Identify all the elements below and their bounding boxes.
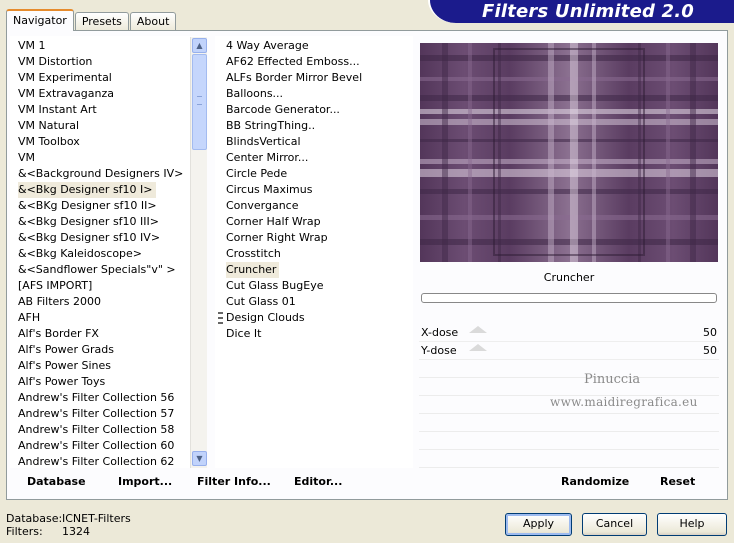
database-button[interactable]: Database — [27, 475, 86, 488]
category-items: VM 1 VM Distortion VM Experimental VM Extra… — [10, 36, 207, 470]
param-value: 50 — [703, 344, 717, 357]
filter-items: 4 Way Average AF62 Effected Emboss... ALFs… — [215, 36, 413, 342]
watermark-text: Pinuccia — [584, 372, 641, 387]
tab-navigator[interactable]: Navigator — [6, 9, 74, 31]
preview-image — [420, 43, 718, 262]
filter-item[interactable]: BB StringThing.. — [226, 118, 413, 134]
y-dose-slider[interactable] — [469, 344, 669, 352]
empty-param-row — [419, 451, 719, 468]
category-item[interactable]: &<Background Designers IV> — [18, 166, 207, 182]
category-item[interactable]: Andrew's Filter Collection 58 — [18, 422, 207, 438]
category-item[interactable]: &<Bkg Designer sf10 IV> — [18, 230, 207, 246]
category-item[interactable]: VM Natural — [18, 118, 207, 134]
scroll-up-button[interactable]: ▲ — [192, 38, 207, 53]
filter-item[interactable]: Circle Pede — [226, 166, 413, 182]
database-value: ICNET-Filters — [62, 512, 131, 525]
filter-item[interactable]: Cut Glass 01 — [226, 294, 413, 310]
apply-button[interactable]: Apply — [505, 513, 572, 536]
reset-button[interactable]: Reset — [660, 475, 695, 488]
category-item[interactable]: &<Bkg Designer sf10 III> — [18, 214, 207, 230]
filter-list[interactable]: 4 Way Average AF62 Effected Emboss... ALFs… — [215, 36, 413, 468]
app-title-banner: Filters Unlimited 2.0 — [428, 0, 734, 23]
category-item[interactable]: Alf's Power Grads — [18, 342, 207, 358]
app-title: Filters Unlimited 2.0 — [481, 1, 695, 22]
category-item[interactable]: VM Instant Art — [18, 102, 207, 118]
category-item[interactable]: Alf's Border FX — [18, 326, 207, 342]
category-item[interactable]: VM Toolbox — [18, 134, 207, 150]
drag-handle-icon[interactable] — [218, 312, 223, 324]
empty-param-row — [419, 379, 719, 396]
x-dose-slider[interactable] — [469, 326, 669, 334]
param-row-x-dose[interactable]: X-dose 50 — [419, 325, 719, 342]
category-item[interactable]: Alf's Power Sines — [18, 358, 207, 374]
filter-item[interactable]: Design Clouds — [226, 310, 413, 326]
param-value: 50 — [703, 326, 717, 339]
randomize-button[interactable]: Randomize — [561, 475, 629, 488]
cancel-button[interactable]: Cancel — [582, 513, 647, 536]
filter-item[interactable]: Center Mirror... — [226, 150, 413, 166]
filters-count: 1324 — [62, 525, 90, 538]
editor-button[interactable]: Editor... — [294, 475, 342, 488]
category-item[interactable]: &<Sandflower Specials"v" > — [18, 262, 207, 278]
filter-item[interactable]: Crosstitch — [226, 246, 413, 262]
action-bar: Database Import... Filter Info... Editor… — [6, 470, 728, 498]
scroll-thumb[interactable] — [192, 54, 207, 150]
category-item[interactable]: VM — [18, 150, 207, 166]
param-row-y-dose[interactable]: Y-dose 50 — [419, 343, 719, 360]
help-button[interactable]: Help — [657, 513, 727, 536]
tab-about[interactable]: About — [129, 12, 177, 31]
watermark-url: www.maidiregrafica.eu — [550, 395, 698, 409]
empty-param-row — [419, 415, 719, 432]
filter-item[interactable]: BlindsVertical — [226, 134, 413, 150]
tab-strip: Navigator Presets About — [6, 9, 177, 31]
category-item[interactable]: Alf's Power Toys — [18, 374, 207, 390]
category-scrollbar[interactable]: ▲ ▼ — [190, 37, 207, 468]
empty-param-row — [419, 361, 719, 378]
filter-item[interactable]: Cut Glass BugEye — [226, 278, 413, 294]
category-item[interactable]: &<Bkg Designer sf10 I> — [18, 182, 156, 198]
filter-item[interactable]: AF62 Effected Emboss... — [226, 54, 413, 70]
filter-item[interactable]: 4 Way Average — [226, 38, 413, 54]
filter-preview — [420, 43, 718, 262]
category-item[interactable]: AFH — [18, 310, 207, 326]
database-label: Database: — [6, 512, 63, 525]
category-item[interactable]: VM Distortion — [18, 54, 207, 70]
filter-item[interactable]: Barcode Generator... — [226, 102, 413, 118]
category-item[interactable]: VM 1 — [18, 38, 207, 54]
scroll-down-button[interactable]: ▼ — [192, 451, 207, 466]
tab-presets[interactable]: Presets — [74, 12, 129, 31]
filter-item[interactable]: Circus Maximus — [226, 182, 413, 198]
filter-item[interactable]: Balloons... — [226, 86, 413, 102]
category-item[interactable]: VM Experimental — [18, 70, 207, 86]
category-item[interactable]: Andrew's Filter Collection 60 — [18, 438, 207, 454]
category-item[interactable]: Andrew's Filter Collection 57 — [18, 406, 207, 422]
category-list[interactable]: VM 1 VM Distortion VM Experimental VM Extra… — [10, 36, 207, 468]
category-item[interactable]: [AFS IMPORT] — [18, 278, 207, 294]
progress-bar — [421, 293, 717, 303]
category-item[interactable]: &<Bkg Kaleidoscope> — [18, 246, 207, 262]
filter-item[interactable]: Dice It — [226, 326, 413, 342]
category-item[interactable]: AB Filters 2000 — [18, 294, 207, 310]
filter-params-panel: Cruncher X-dose 50 Y-dose 50 Pinuccia ww… — [419, 268, 719, 468]
import-button[interactable]: Import... — [118, 475, 172, 488]
param-label: Y-dose — [421, 344, 457, 357]
category-item[interactable]: Andrew's Filter Collection 56 — [18, 390, 207, 406]
filters-label: Filters: — [6, 525, 43, 538]
filter-item[interactable]: ALFs Border Mirror Bevel — [226, 70, 413, 86]
empty-param-row — [419, 433, 719, 450]
filter-item[interactable]: Corner Half Wrap — [226, 214, 413, 230]
filter-item[interactable]: Convergance — [226, 198, 413, 214]
filter-item[interactable]: Cruncher — [226, 262, 280, 278]
category-item[interactable]: VM Extravaganza — [18, 86, 207, 102]
category-item[interactable]: &<BKg Designer sf10 II> — [18, 198, 207, 214]
category-item[interactable]: Andrew's Filter Collection 62 — [18, 454, 207, 470]
filter-item[interactable]: Corner Right Wrap — [226, 230, 413, 246]
param-label: X-dose — [421, 326, 459, 339]
filter-info-button[interactable]: Filter Info... — [197, 475, 271, 488]
selected-filter-name: Cruncher — [543, 271, 595, 284]
database-status: Database: ICNET-Filters Filters: 1324 — [6, 512, 131, 538]
